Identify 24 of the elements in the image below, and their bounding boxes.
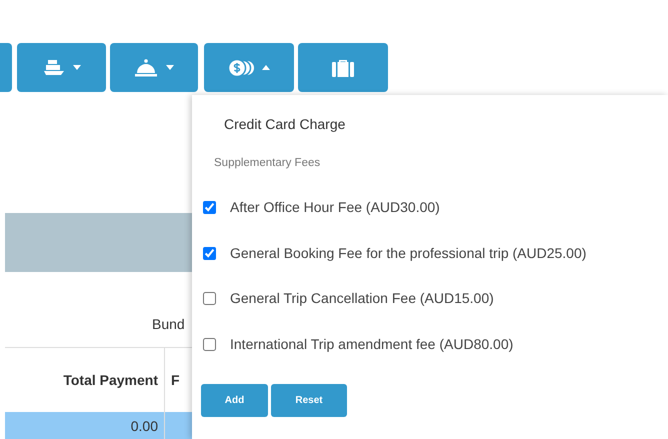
checkbox[interactable]	[203, 246, 216, 260]
toolbar-button[interactable]	[204, 43, 294, 92]
ship-icon	[42, 58, 64, 76]
column-header: F	[170, 370, 181, 390]
fee-label: General Trip Cancellation Fee (AUD15.00)	[230, 289, 494, 308]
table-cell	[165, 412, 192, 439]
coins-icon	[228, 58, 254, 76]
table-cell: 0.00	[5, 412, 165, 439]
menu-item[interactable]: Credit Card Charge	[224, 116, 346, 132]
reset-button[interactable]: Reset	[271, 384, 347, 417]
checkbox[interactable]	[203, 201, 216, 214]
add-button[interactable]: Add	[201, 384, 268, 417]
checkbox[interactable]	[203, 338, 216, 351]
bell-icon	[134, 58, 158, 76]
fee-label: General Booking Fee for the professional trip (AUD25.00)	[230, 244, 586, 263]
fee-label: After Office Hour Fee (AUD30.00)	[230, 198, 440, 218]
toolbar-button[interactable]	[17, 43, 106, 92]
fee-label: International Trip amendment fee (AUD80.00)	[230, 334, 514, 354]
toolbar-button[interactable]	[298, 43, 388, 92]
suitcase-icon	[331, 58, 355, 76]
checkbox[interactable]	[203, 292, 216, 306]
bundle-label: Bund	[152, 316, 185, 332]
toolbar-button[interactable]	[110, 43, 198, 92]
section-header: Supplementary Fees	[214, 157, 320, 169]
